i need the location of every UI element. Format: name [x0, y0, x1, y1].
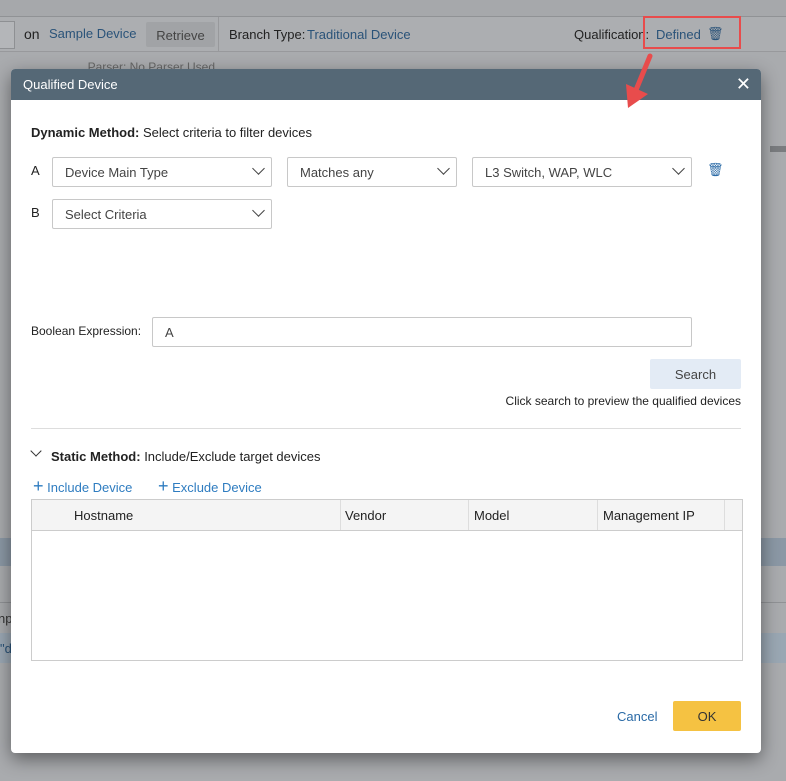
cancel-button[interactable]: Cancel: [617, 709, 657, 724]
criteria-letter: B: [31, 205, 40, 220]
branch-type-label: Branch Type:: [229, 27, 306, 42]
static-method-label: Static Method:: [51, 449, 141, 464]
qualified-device-dialog: Qualified Device ✕ Dynamic Method: Selec…: [11, 69, 761, 753]
dynamic-method-desc: Select criteria to filter devices: [142, 125, 313, 140]
divider: [340, 500, 341, 530]
boolean-expression-input[interactable]: A: [152, 317, 692, 347]
search-hint: Click search to preview the qualified de…: [505, 394, 741, 408]
criteria-a-operator-select[interactable]: Matches any: [287, 157, 457, 187]
chevron-down-icon: [437, 162, 450, 175]
plus-icon: +: [33, 476, 44, 496]
column-management-ip[interactable]: Management IP: [603, 508, 695, 523]
highlight-box: [643, 16, 741, 49]
column-model[interactable]: Model: [474, 508, 509, 523]
include-device-button[interactable]: + Include Device: [33, 476, 132, 497]
column-hostname[interactable]: Hostname: [74, 508, 133, 523]
criteria-a-field-select[interactable]: Device Main Type: [52, 157, 272, 187]
static-method-desc: Include/Exclude target devices: [144, 449, 321, 464]
column-vendor[interactable]: Vendor: [345, 508, 386, 523]
select-value: L3 Switch, WAP, WLC: [485, 165, 613, 180]
dynamic-method-label: Dynamic Method:: [31, 125, 140, 140]
chevron-down-icon: [252, 162, 265, 175]
app-top-bar: [0, 0, 786, 17]
on-label: on: [24, 26, 40, 42]
chevron-down-icon: [672, 162, 685, 175]
boolean-expression-label: Boolean Expression:: [31, 324, 142, 338]
divider: [31, 428, 741, 429]
chevron-down-icon: [252, 204, 265, 217]
collapse-chevron-icon[interactable]: [30, 445, 42, 457]
include-device-label: Include Device: [47, 480, 133, 495]
plus-icon: +: [158, 476, 169, 496]
red-arrow: [626, 53, 653, 108]
divider: [597, 500, 598, 530]
search-button[interactable]: Search: [650, 359, 741, 389]
dialog-title: Qualified Device: [23, 77, 118, 92]
branch-type-value[interactable]: Traditional Device: [307, 27, 411, 42]
input-value: A: [165, 325, 174, 340]
select-value: Matches any: [300, 165, 374, 180]
criteria-a-value-select[interactable]: L3 Switch, WAP, WLC: [472, 157, 692, 187]
table-header: Hostname Vendor Model Management IP: [32, 500, 742, 531]
divider: [218, 17, 219, 52]
close-icon[interactable]: ✕: [736, 74, 751, 95]
select-value: Select Criteria: [65, 207, 147, 222]
delete-criteria-trash-icon[interactable]: 🗑: [707, 162, 724, 178]
select-value: Device Main Type: [65, 165, 169, 180]
qualification-label: Qualification:: [574, 27, 650, 42]
retrieve-button[interactable]: Retrieve: [146, 22, 215, 47]
criteria-letter: A: [31, 163, 40, 178]
divider: [724, 500, 725, 530]
exclude-device-button[interactable]: + Exclude Device: [158, 476, 262, 497]
divider: [770, 146, 786, 152]
ok-button[interactable]: OK: [673, 701, 741, 731]
divider: [468, 500, 469, 530]
device-table: Hostname Vendor Model Management IP: [31, 499, 743, 661]
sample-device-link[interactable]: Sample Device: [49, 26, 136, 41]
exclude-device-label: Exclude Device: [172, 480, 262, 495]
parser-label: Parser: No Parser Used: [87, 60, 215, 69]
background-input[interactable]: [0, 21, 15, 49]
criteria-b-field-select[interactable]: Select Criteria: [52, 199, 272, 229]
